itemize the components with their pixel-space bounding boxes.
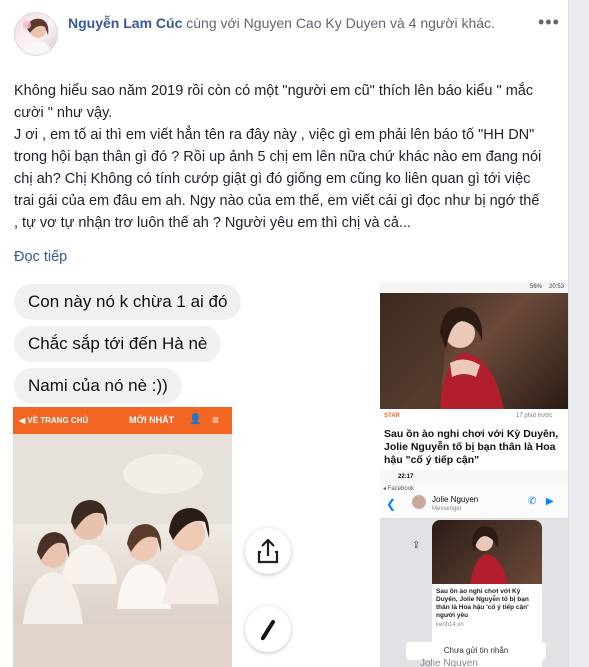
contact-avatar [412, 495, 426, 509]
menu-icon: ≡ [212, 413, 220, 427]
status-time: 20:53 [548, 284, 564, 290]
user-icon: 👤 [189, 414, 202, 425]
shared-app-screenshot: ◀ VỀ TRANG CHỦ MỚI NHẤT 👤 ≡ [13, 407, 232, 667]
news-photo [380, 293, 568, 409]
contact-subtitle: Messenger [432, 506, 462, 512]
tagged-text[interactable]: cùng với Nguyen Cao Ky Duyen và 4 người … [182, 15, 495, 31]
messenger-screenshot[interactable]: 22:17 ◂ Facebook ❮ Jolie Nguyen Messenge… [380, 470, 568, 667]
status-battery: 56% [529, 284, 542, 290]
author-avatar[interactable] [14, 12, 58, 56]
post-card: Nguyễn Lam Cúc cùng với Nguyen Cao Ky Du… [0, 0, 569, 667]
app-nav-bar: ◀ VỀ TRANG CHỦ MỚI NHẤT 👤 ≡ [13, 407, 232, 434]
contact-name: Jolie Nguyen [432, 495, 479, 504]
video-icon: ▶ [546, 496, 554, 507]
news-headline: Sau ồn ào nghi chơi với Kỳ Duyên, Jolie … [384, 428, 559, 466]
phone-status-bar: 22:17 [380, 470, 568, 484]
chat-screenshot[interactable]: Con này nó k chừa 1 ai đó Chắc sắp tới đ… [12, 280, 374, 667]
share-icon[interactable] [245, 528, 291, 574]
chat-bubble: Chắc sắp tới đến Hà nè [14, 326, 222, 362]
chat-bubble: Nami của nó nè :)) [14, 368, 182, 404]
shared-headline: Sau ồn ào nghi chơi với Kỳ Duyên, Jolie … [436, 588, 529, 619]
back-label: ◂ Facebook [383, 486, 415, 492]
news-source: STAR [384, 413, 400, 419]
news-screenshot[interactable]: 20:53 56% STAR 17 phút trước Sau ồn ào n… [380, 282, 568, 468]
ellipsis-icon[interactable]: ••• [538, 12, 560, 33]
shared-photo [432, 520, 542, 584]
latest-tab: MỚI NHẤT [129, 415, 175, 425]
post-body: Không hiểu sao năm 2019 rồi còn có một "… [14, 80, 546, 234]
shared-source: kenh14.vn [436, 622, 464, 628]
share-icon: ⇪ [412, 540, 421, 551]
phone-icon: ✆ [528, 496, 537, 507]
read-more-link[interactable]: Đọc tiếp [14, 249, 67, 265]
group-photo [13, 434, 232, 667]
phone-status-bar: 20:53 56% [380, 282, 568, 293]
pencil-icon[interactable] [245, 606, 291, 652]
news-time-ago: 17 phút trước [516, 413, 553, 419]
back-home-link: ◀ VỀ TRANG CHỦ [19, 416, 89, 425]
chat-bubble: Con này nó k chừa 1 ai đó [14, 284, 242, 320]
post-paragraph-2: J ơi , em tố ai thì em viết hẳn tên ra đ… [14, 127, 542, 231]
post-paragraph-1: Không hiểu sao năm 2019 rồi còn có một "… [14, 83, 534, 121]
footer-contact-name: Jolie Nguyen [420, 658, 478, 667]
back-arrow-icon: ❮ [386, 497, 397, 511]
author-name[interactable]: Nguyễn Lam Cúc [68, 15, 182, 31]
status-time: 22:17 [398, 474, 414, 480]
messenger-header: ◂ Facebook ❮ Jolie Nguyen Messenger ✆ ▶ [380, 484, 568, 519]
post-header: Nguyễn Lam Cúc cùng với Nguyen Cao Ky Du… [68, 14, 520, 33]
